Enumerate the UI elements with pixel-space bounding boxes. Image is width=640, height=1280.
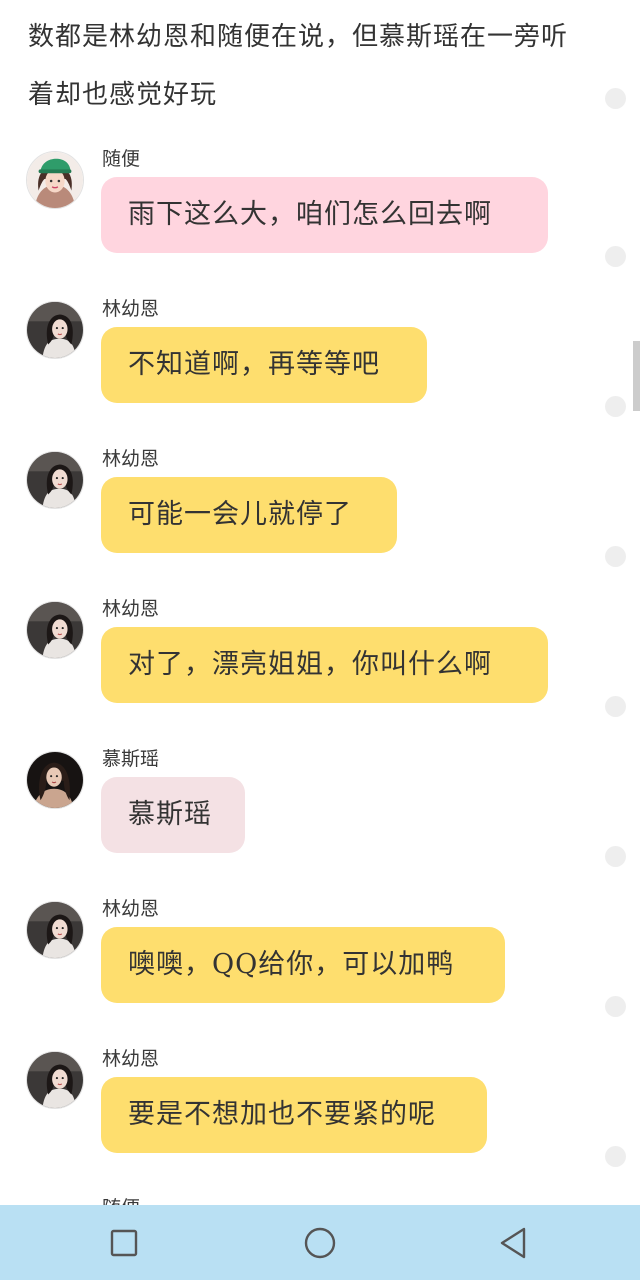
sender-name: 林幼恩 bbox=[102, 598, 160, 620]
chat-message: 林幼恩 不知道啊，再等等吧 bbox=[0, 297, 600, 447]
message-marker-dot[interactable] bbox=[605, 546, 626, 567]
chat-scroll-area[interactable]: 数都是林幼恩和随便在说，但慕斯瑶在一旁听着却也感觉好玩 随便 雨下这么大，咱们怎… bbox=[0, 0, 640, 1205]
message-marker-dot[interactable] bbox=[605, 996, 626, 1017]
message-marker-dot[interactable] bbox=[605, 696, 626, 717]
girl-dark-hair-avatar-icon[interactable] bbox=[26, 1051, 84, 1109]
message-bubble[interactable]: 慕斯瑶 bbox=[101, 777, 245, 853]
chat-message: 林幼恩 要是不想加也不要紧的呢 bbox=[0, 1047, 600, 1197]
message-bubble[interactable]: 对了，漂亮姐姐，你叫什么啊 bbox=[101, 627, 548, 703]
chat-message: 林幼恩 可能一会儿就停了 bbox=[0, 447, 600, 597]
message-marker-dot[interactable] bbox=[605, 246, 626, 267]
recents-button[interactable] bbox=[104, 1223, 144, 1263]
girl-dark-hair-avatar-icon[interactable] bbox=[26, 901, 84, 959]
sender-name: 林幼恩 bbox=[102, 898, 160, 920]
sender-name: 慕斯瑶 bbox=[102, 748, 160, 770]
girl-green-cap-avatar-icon[interactable] bbox=[26, 151, 84, 209]
sender-name-partial: 随便 bbox=[102, 1193, 140, 1205]
back-button[interactable] bbox=[494, 1223, 534, 1263]
sender-name: 林幼恩 bbox=[102, 448, 160, 470]
square-icon bbox=[110, 1229, 138, 1257]
message-bubble[interactable]: 不知道啊，再等等吧 bbox=[101, 327, 427, 403]
message-bubble[interactable]: 要是不想加也不要紧的呢 bbox=[101, 1077, 487, 1153]
system-nav-bar bbox=[0, 1205, 640, 1280]
sender-name: 随便 bbox=[102, 148, 141, 170]
chat-message: 慕斯瑶 慕斯瑶 bbox=[0, 747, 600, 897]
chat-message: 林幼恩 对了，漂亮姐姐，你叫什么啊 bbox=[0, 597, 600, 747]
girl-dark-hair-avatar-icon[interactable] bbox=[26, 601, 84, 659]
message-marker-dot[interactable] bbox=[605, 1146, 626, 1167]
chat-message: 林幼恩 噢噢，QQ给你，可以加鸭 bbox=[0, 897, 600, 1047]
message-marker-dot[interactable] bbox=[605, 88, 626, 109]
triangle-back-icon bbox=[500, 1227, 526, 1259]
long-hair-woman-avatar-icon[interactable] bbox=[26, 751, 84, 809]
home-button[interactable] bbox=[300, 1223, 340, 1263]
message-bubble[interactable]: 可能一会儿就停了 bbox=[101, 477, 397, 553]
message-bubble[interactable]: 雨下这么大，咱们怎么回去啊 bbox=[101, 177, 548, 253]
message-marker-dot[interactable] bbox=[605, 846, 626, 867]
girl-dark-hair-avatar-icon[interactable] bbox=[26, 451, 84, 509]
sender-name: 林幼恩 bbox=[102, 298, 160, 320]
chat-message: 随便 雨下这么大，咱们怎么回去啊 bbox=[0, 147, 600, 297]
sender-name: 林幼恩 bbox=[102, 1048, 160, 1070]
story-intro-text: 数都是林幼恩和随便在说，但慕斯瑶在一旁听着却也感觉好玩 bbox=[28, 22, 569, 110]
girl-dark-hair-avatar-icon[interactable] bbox=[26, 301, 84, 359]
scrollbar[interactable] bbox=[633, 341, 640, 411]
message-marker-dot[interactable] bbox=[605, 396, 626, 417]
circle-icon bbox=[304, 1227, 336, 1259]
message-bubble[interactable]: 噢噢，QQ给你，可以加鸭 bbox=[101, 927, 505, 1003]
